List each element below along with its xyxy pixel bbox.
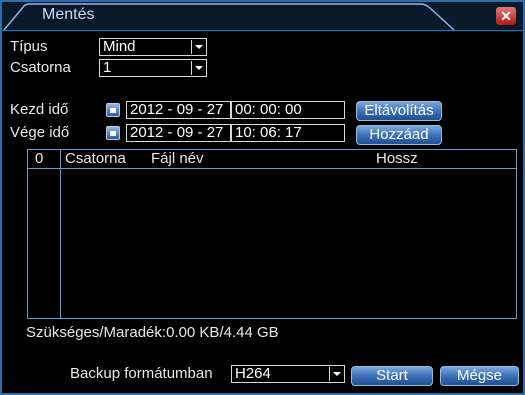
channel-label: Csatorna (10, 59, 71, 76)
file-table[interactable]: 0 Csatorna Fájl név Hossz (27, 149, 517, 319)
column-header-channel[interactable]: Csatorna (65, 150, 126, 168)
cancel-button[interactable]: Mégse (440, 366, 519, 386)
calendar-icon[interactable] (106, 126, 120, 140)
end-time-value: 10: 06: 17 (235, 124, 302, 141)
chevron-down-icon (191, 40, 205, 54)
type-select-value: Mind (103, 38, 136, 55)
format-select[interactable]: H264 (231, 365, 345, 383)
end-time-field[interactable]: 10: 06: 17 (231, 124, 345, 142)
end-time-label: Vége idő (10, 124, 70, 141)
remove-button[interactable]: Eltávolítás (356, 101, 442, 121)
close-button[interactable]: ✕ (496, 7, 516, 25)
start-time-label: Kezd idő (10, 101, 69, 118)
column-divider (60, 150, 61, 318)
start-button[interactable]: Start (351, 366, 433, 386)
start-date-value: 2012 - 09 - 27 (130, 101, 224, 118)
table-header: 0 Csatorna Fájl név Hossz (28, 150, 516, 169)
type-label: Típus (10, 38, 48, 55)
calendar-icon[interactable] (106, 103, 120, 117)
start-date-field[interactable]: 2012 - 09 - 27 (126, 101, 231, 119)
chevron-down-icon (329, 367, 343, 381)
column-header-index[interactable]: 0 (35, 150, 43, 168)
title-bar[interactable]: Mentés ✕ (2, 2, 523, 32)
chevron-down-icon (191, 61, 205, 75)
backup-dialog: Mentés ✕ Típus Mind Csatorna 1 Kezd idő … (0, 0, 525, 395)
format-label: Backup formátumban (70, 365, 213, 382)
channel-select[interactable]: 1 (99, 59, 207, 77)
start-time-value: 00: 00: 00 (235, 101, 302, 118)
close-icon: ✕ (500, 8, 512, 24)
column-header-length[interactable]: Hossz (376, 150, 418, 168)
column-header-filename[interactable]: Fájl név (151, 150, 204, 168)
type-select[interactable]: Mind (99, 38, 207, 56)
start-time-field[interactable]: 00: 00: 00 (231, 101, 345, 119)
end-date-value: 2012 - 09 - 27 (130, 124, 224, 141)
storage-status: Szükséges/Maradék:0.00 KB/4.44 GB (26, 324, 279, 341)
window-title: Mentés (42, 6, 95, 23)
add-button[interactable]: Hozzáad (356, 125, 442, 145)
channel-select-value: 1 (103, 59, 112, 76)
end-date-field[interactable]: 2012 - 09 - 27 (126, 124, 231, 142)
format-select-value: H264 (235, 365, 271, 382)
